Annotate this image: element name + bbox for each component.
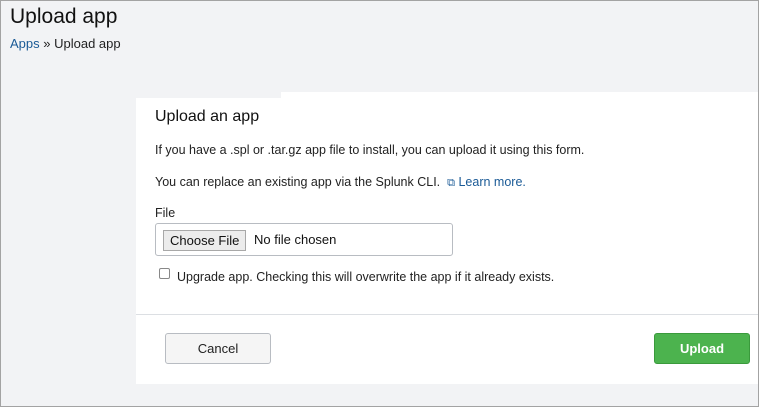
file-input[interactable]: Choose File No file chosen	[155, 223, 453, 256]
learn-more-link[interactable]: ⧉ Learn more.	[444, 175, 526, 189]
cancel-button[interactable]: Cancel	[165, 333, 271, 364]
choose-file-button[interactable]: Choose File	[163, 230, 247, 251]
upgrade-checkbox[interactable]	[159, 268, 170, 279]
upload-button[interactable]: Upload	[654, 333, 750, 364]
panel-title: Upload an app	[155, 108, 260, 125]
divider	[136, 314, 758, 315]
external-link-icon: ⧉	[447, 177, 455, 189]
replace-text: You can replace an existing app via the …	[155, 175, 526, 190]
file-label: File	[155, 206, 176, 220]
page-title: Upload app	[10, 5, 118, 28]
learn-more-label: Learn more.	[458, 175, 526, 189]
replace-text-label: You can replace an existing app via the …	[155, 175, 441, 189]
breadcrumb: Apps » Upload app	[10, 36, 121, 51]
upload-panel: Upload an app If you have a .spl or .tar…	[136, 98, 758, 384]
window: Upload app Apps » Upload app Upload an a…	[0, 0, 759, 407]
breadcrumb-separator: »	[43, 36, 51, 51]
upgrade-label[interactable]: Upgrade app. Checking this will overwrit…	[177, 270, 554, 284]
breadcrumb-current: Upload app	[54, 36, 121, 51]
file-status: No file chosen	[254, 232, 337, 247]
intro-text: If you have a .spl or .tar.gz app file t…	[155, 143, 585, 157]
breadcrumb-apps-link[interactable]: Apps	[10, 36, 40, 51]
